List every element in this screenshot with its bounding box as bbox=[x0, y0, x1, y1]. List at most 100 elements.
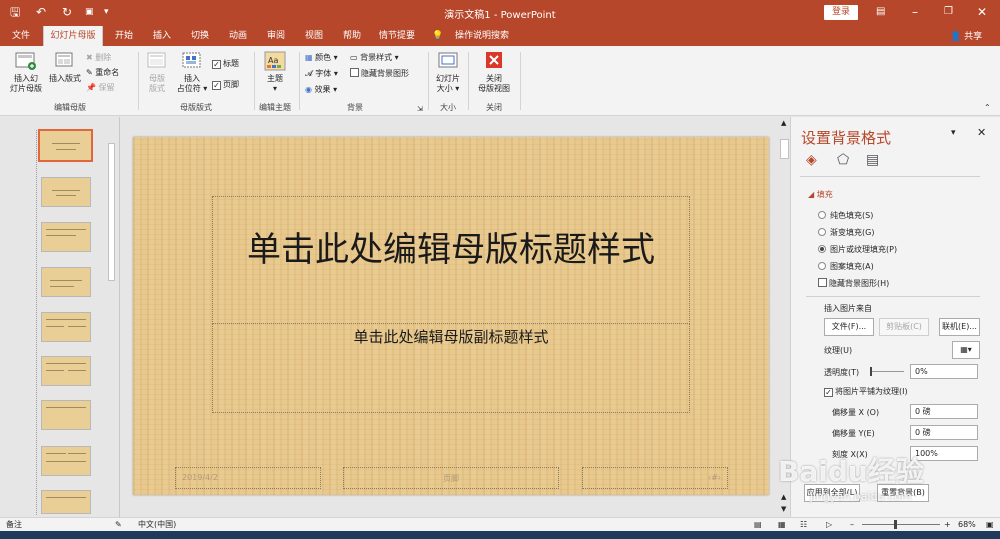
slide-size-button[interactable]: 幻灯片 大小 ▾ bbox=[432, 50, 464, 94]
tab-slide-master[interactable]: 幻灯片母版 bbox=[43, 26, 103, 46]
layout-thumbnail[interactable] bbox=[41, 222, 91, 252]
tab-storyboarding[interactable]: 情节提要 bbox=[374, 26, 420, 46]
separator bbox=[138, 52, 139, 110]
tile-as-texture-checkbox[interactable]: ✓ 将图片平铺为纹理(I) bbox=[824, 386, 908, 397]
layout-thumbnail[interactable] bbox=[41, 356, 91, 386]
layout-thumbnail[interactable] bbox=[41, 312, 91, 342]
zoom-out-icon[interactable]: – bbox=[850, 518, 854, 531]
section-fill-header[interactable]: ◢ 填充 bbox=[808, 189, 833, 200]
rename-icon: ✎ bbox=[86, 68, 93, 77]
fit-to-window-icon[interactable]: ▣ bbox=[986, 518, 994, 531]
slide-sorter-icon[interactable]: ▦ bbox=[778, 518, 786, 531]
scrollbar-thumb[interactable] bbox=[108, 143, 115, 281]
normal-view-icon[interactable]: ▤ bbox=[754, 518, 762, 531]
rename-button[interactable]: ✎ 重命名 bbox=[86, 67, 119, 78]
minimize-icon[interactable]: – bbox=[912, 5, 918, 19]
spell-check-icon[interactable]: ✎ bbox=[115, 518, 122, 531]
checkbox-empty-icon bbox=[350, 68, 359, 77]
tab-insert[interactable]: 插入 bbox=[146, 26, 178, 46]
tab-view[interactable]: 视图 bbox=[298, 26, 330, 46]
solid-fill-radio[interactable]: 纯色填充(S) bbox=[818, 210, 873, 221]
preserve-button[interactable]: 📌 保留 bbox=[86, 82, 115, 93]
reading-view-icon[interactable]: ☷ bbox=[800, 518, 807, 531]
checkbox-empty-icon bbox=[818, 278, 827, 287]
pane-close-icon[interactable]: ✕ bbox=[977, 126, 986, 139]
footer-checkbox[interactable]: ✓ 页脚 bbox=[212, 79, 239, 90]
slideshow-icon[interactable]: ▷ bbox=[826, 518, 832, 531]
texture-dropdown[interactable]: ▦▾ bbox=[952, 341, 980, 359]
slide-number-placeholder[interactable] bbox=[582, 467, 728, 489]
layout-thumbnail[interactable] bbox=[41, 490, 91, 514]
master-thumbnail[interactable] bbox=[38, 129, 93, 162]
group-label-size: 大小 bbox=[440, 103, 456, 112]
layout-thumbnail[interactable] bbox=[41, 177, 91, 207]
tab-review[interactable]: 审阅 bbox=[260, 26, 292, 46]
tab-file[interactable]: 文件 bbox=[6, 26, 36, 46]
group-label-edit-theme: 编辑主题 bbox=[259, 103, 291, 112]
hide-background-graphics-checkbox[interactable]: 隐藏背景图形 bbox=[350, 68, 409, 79]
notes-button[interactable]: 备注 bbox=[6, 518, 22, 531]
insert-slide-master-button[interactable]: 插入幻 灯片母版 bbox=[6, 50, 46, 94]
ribbon-display-options-icon[interactable]: ▤ bbox=[876, 5, 885, 19]
scrollbar-thumb[interactable] bbox=[780, 139, 789, 159]
restore-icon[interactable]: ❐ bbox=[944, 5, 953, 19]
group-label-master-layout: 母版版式 bbox=[180, 103, 212, 112]
pin-icon: 📌 bbox=[86, 83, 96, 92]
insert-layout-button[interactable]: 插入版式 bbox=[47, 50, 83, 84]
colors-dropdown[interactable]: ▦ 颜色 ▾ bbox=[305, 52, 338, 63]
tab-animations[interactable]: 动画 bbox=[222, 26, 254, 46]
clipboard-button[interactable]: 剪贴板(C) bbox=[879, 318, 929, 336]
slide-title[interactable]: 单击此处编辑母版标题样式 bbox=[212, 228, 690, 273]
offset-x-input[interactable]: 0 磅 bbox=[910, 404, 978, 419]
zoom-slider[interactable] bbox=[862, 520, 940, 529]
tab-transitions[interactable]: 切换 bbox=[184, 26, 216, 46]
layout-thumbnail[interactable] bbox=[41, 267, 91, 297]
thumbnail-scrollbar[interactable] bbox=[106, 117, 117, 517]
pane-options-icon[interactable]: ▾ bbox=[951, 128, 956, 138]
collapse-ribbon-icon[interactable]: ⌃ bbox=[984, 102, 991, 113]
tab-home[interactable]: 开始 bbox=[108, 26, 140, 46]
background-styles-dropdown[interactable]: ▭ 背景样式 ▾ bbox=[350, 52, 399, 63]
master-layout-button[interactable]: 母版 版式 bbox=[142, 50, 172, 94]
offset-y-input[interactable]: 0 磅 bbox=[910, 425, 978, 440]
tell-me-search[interactable]: 操作说明搜索 bbox=[450, 26, 514, 46]
transparency-input[interactable]: 0% bbox=[910, 364, 978, 379]
hide-background-graphics-checkbox[interactable]: 隐藏背景图形(H) bbox=[818, 278, 889, 289]
next-slide-icon[interactable]: ▼ bbox=[781, 505, 786, 513]
zoom-level[interactable]: 68% bbox=[958, 518, 976, 531]
pattern-fill-radio[interactable]: 图案填充(A) bbox=[818, 261, 874, 272]
transparency-slider[interactable] bbox=[870, 367, 904, 376]
effects-icon: ◉ bbox=[305, 85, 312, 94]
layout-thumbnail[interactable] bbox=[41, 446, 91, 476]
slider-thumb[interactable] bbox=[870, 367, 872, 376]
pane-title: 设置背景格式 bbox=[801, 129, 892, 147]
zoom-in-icon[interactable]: + bbox=[944, 518, 951, 531]
share-button[interactable]: 👤 共享 bbox=[950, 29, 982, 42]
scroll-up-icon[interactable]: ▲ bbox=[781, 119, 786, 127]
font-icon: 𝓐 bbox=[305, 69, 313, 78]
fill-bucket-icon[interactable]: ◈ bbox=[806, 152, 817, 168]
language-indicator[interactable]: 中文(中国) bbox=[138, 518, 176, 531]
checkbox-checked-icon: ✓ bbox=[824, 388, 833, 397]
close-window-icon[interactable]: ✕ bbox=[977, 5, 987, 19]
login-button[interactable]: 登录 bbox=[824, 5, 858, 20]
effects-pentagon-icon[interactable]: ⬠ bbox=[837, 152, 849, 168]
gradient-fill-radio[interactable]: 渐变填充(G) bbox=[818, 227, 874, 238]
prev-slide-icon[interactable]: ▲ bbox=[781, 493, 786, 501]
delete-button[interactable]: ✖ 删除 bbox=[86, 52, 111, 63]
dialog-launcher-icon[interactable]: ⇲ bbox=[417, 104, 423, 115]
title-checkbox[interactable]: ✓ 标题 bbox=[212, 58, 239, 69]
zoom-slider-thumb[interactable] bbox=[894, 520, 897, 529]
themes-button[interactable]: Aa 主题 ▾ bbox=[260, 50, 290, 94]
tab-help[interactable]: 帮助 bbox=[336, 26, 368, 46]
insert-placeholder-button[interactable]: 插入 占位符 ▾ bbox=[175, 50, 209, 94]
close-master-view-button[interactable]: 关闭 母版视图 bbox=[474, 50, 514, 94]
fonts-dropdown[interactable]: 𝓐 字体 ▾ bbox=[305, 68, 338, 79]
picture-icon[interactable]: ▤ bbox=[866, 152, 879, 168]
effects-dropdown[interactable]: ◉ 效果 ▾ bbox=[305, 84, 337, 95]
slide-subtitle[interactable]: 单击此处编辑母版副标题样式 bbox=[212, 326, 690, 347]
layout-thumbnail[interactable] bbox=[41, 400, 91, 430]
file-button[interactable]: 文件(F)... bbox=[824, 318, 874, 336]
picture-fill-radio[interactable]: 图片或纹理填充(P) bbox=[818, 244, 897, 255]
online-button[interactable]: 联机(E)... bbox=[939, 318, 980, 336]
